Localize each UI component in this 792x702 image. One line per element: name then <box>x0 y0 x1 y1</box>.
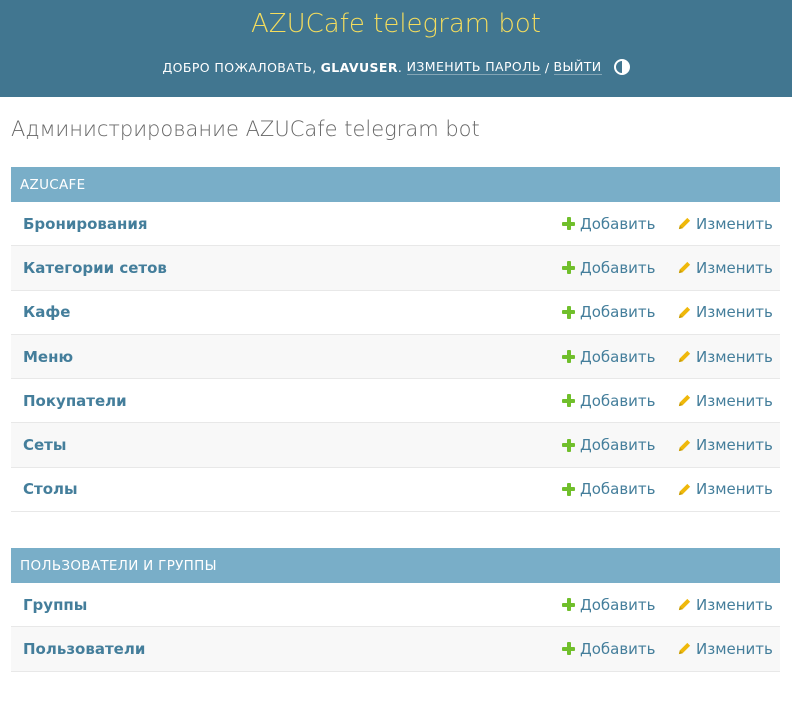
table-row: Меню Добавить Изменить <box>11 334 780 380</box>
plus-icon <box>562 261 575 275</box>
app-module-azucafe: AZUCafe Бронирования Добавить Изменить К… <box>11 167 780 513</box>
logout-link[interactable]: Выйти <box>553 59 602 75</box>
user-tools: Добро пожаловать, glavuser . Изменить па… <box>0 57 792 77</box>
model-link[interactable]: Покупатели <box>23 392 127 410</box>
table-row: Покупатели Добавить Изменить <box>11 379 780 424</box>
plus-icon <box>562 394 575 408</box>
change-button[interactable]: Изменить <box>677 215 773 233</box>
model-link[interactable]: Группы <box>23 596 87 614</box>
change-button[interactable]: Изменить <box>677 480 773 498</box>
pencil-icon <box>678 218 691 230</box>
site-branding[interactable]: AZUCafe telegram bot <box>0 9 792 39</box>
add-button[interactable]: Добавить <box>562 436 656 454</box>
separator: / <box>544 59 550 75</box>
header: AZUCafe telegram bot Добро пожаловать, g… <box>0 0 792 97</box>
model-link[interactable]: Меню <box>23 348 73 366</box>
add-button[interactable]: Добавить <box>562 348 656 366</box>
pencil-icon <box>678 262 691 274</box>
pencil-icon <box>678 643 691 655</box>
table-row: Пользователи Добавить Изменить <box>11 627 780 672</box>
plus-icon <box>562 482 575 496</box>
module-caption[interactable]: AZUCafe <box>11 167 780 202</box>
plus-icon <box>562 305 575 319</box>
model-link[interactable]: Столы <box>23 480 78 498</box>
add-button[interactable]: Добавить <box>562 303 656 321</box>
username: glavuser <box>320 59 398 75</box>
welcome-text: Добро пожаловать, <box>162 59 317 75</box>
add-button[interactable]: Добавить <box>562 259 656 277</box>
plus-icon <box>562 598 575 612</box>
page-title: Администрирование AZUCafe telegram bot <box>11 117 480 141</box>
theme-toggle-icon[interactable] <box>613 59 630 75</box>
change-button[interactable]: Изменить <box>677 348 773 366</box>
app-module-auth: Пользователи и группы Группы Добавить Из… <box>11 548 780 672</box>
change-button[interactable]: Изменить <box>677 436 773 454</box>
change-button[interactable]: Изменить <box>677 303 773 321</box>
add-button[interactable]: Добавить <box>562 596 656 614</box>
table-row: Бронирования Добавить Изменить <box>11 202 780 247</box>
add-button[interactable]: Добавить <box>562 392 656 410</box>
table-row: Сеты Добавить Изменить <box>11 423 780 468</box>
plus-icon <box>562 350 575 364</box>
change-button[interactable]: Изменить <box>677 392 773 410</box>
model-link[interactable]: Кафе <box>23 303 70 321</box>
pencil-icon <box>678 350 691 363</box>
add-button[interactable]: Добавить <box>562 480 656 498</box>
model-link[interactable]: Категории сетов <box>23 259 167 277</box>
change-button[interactable]: Изменить <box>677 596 773 614</box>
model-link[interactable]: Сеты <box>23 436 66 454</box>
table-row: Столы Добавить Изменить <box>11 467 780 513</box>
model-link[interactable]: Пользователи <box>23 640 145 658</box>
pencil-icon <box>678 306 691 318</box>
table-row: Категории сетов Добавить Изменить <box>11 246 780 291</box>
table-row: Группы Добавить Изменить <box>11 583 780 628</box>
plus-icon <box>562 217 575 231</box>
module-caption[interactable]: Пользователи и группы <box>11 548 780 583</box>
pencil-icon <box>678 483 691 496</box>
table-row: Кафе Добавить Изменить <box>11 290 780 335</box>
change-button[interactable]: Изменить <box>677 259 773 277</box>
add-button[interactable]: Добавить <box>562 215 656 233</box>
change-password-link[interactable]: Изменить пароль <box>406 59 541 75</box>
model-link[interactable]: Бронирования <box>23 215 148 233</box>
add-button[interactable]: Добавить <box>562 640 656 658</box>
pencil-icon <box>678 395 691 407</box>
pencil-icon <box>678 599 691 611</box>
change-button[interactable]: Изменить <box>677 640 773 658</box>
plus-icon <box>562 642 575 656</box>
pencil-icon <box>678 439 691 451</box>
plus-icon <box>562 438 575 452</box>
